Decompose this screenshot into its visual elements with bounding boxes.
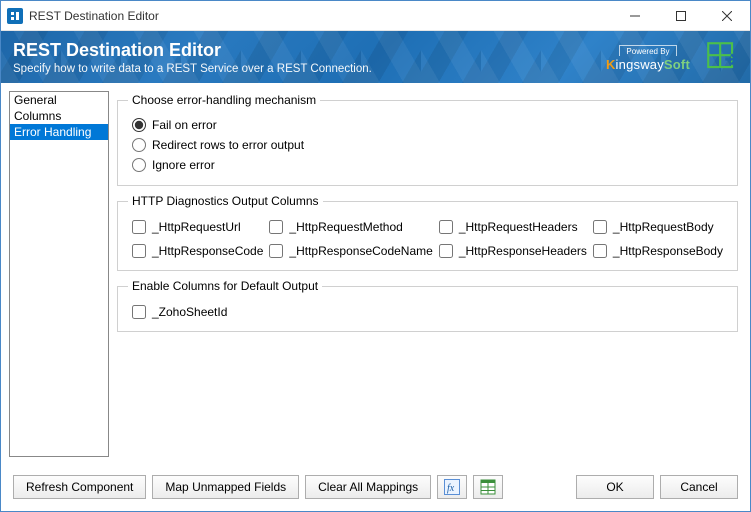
default-output-legend: Enable Columns for Default Output [128,279,322,293]
check-http-request-method[interactable]: _HttpRequestMethod [269,220,432,234]
banner: REST Destination Editor Specify how to w… [1,31,750,83]
error-handling-legend: Choose error-handling mechanism [128,93,320,107]
radio-redirect-rows-input[interactable] [132,138,146,152]
check-http-response-body[interactable]: _HttpResponseBody [593,244,723,258]
body: General Columns Error Handling Choose er… [1,83,750,465]
footer: Refresh Component Map Unmapped Fields Cl… [1,465,750,511]
banner-title: REST Destination Editor [13,40,372,61]
content: Choose error-handling mechanism Fail on … [115,91,742,457]
check-http-request-url[interactable]: _HttpRequestUrl [132,220,263,234]
default-output-group: Enable Columns for Default Output _ZohoS… [117,279,738,332]
check-http-response-code[interactable]: _HttpResponseCode [132,244,263,258]
check-http-response-headers[interactable]: _HttpResponseHeaders [439,244,587,258]
svg-text:fx: fx [447,483,455,494]
radio-fail-on-error[interactable]: Fail on error [128,115,727,135]
titlebar: REST Destination Editor [1,1,750,31]
check-http-response-code-name[interactable]: _HttpResponseCodeName [269,244,432,258]
fx-button[interactable]: fx [437,475,467,499]
window-title: REST Destination Editor [29,9,159,23]
radio-ignore-error-input[interactable] [132,158,146,172]
columns-button[interactable] [473,475,503,499]
clear-all-mappings-button[interactable]: Clear All Mappings [305,475,431,499]
kingswaysoft-logo: Powered By KingswaySoft [606,43,690,72]
radio-fail-on-error-input[interactable] [132,118,146,132]
cancel-button[interactable]: Cancel [660,475,738,499]
radio-ignore-error[interactable]: Ignore error [128,155,727,175]
close-button[interactable] [704,1,750,31]
banner-subtitle: Specify how to write data to a REST Serv… [13,63,372,75]
columns-icon [480,479,496,495]
sidebar[interactable]: General Columns Error Handling [9,91,109,457]
check-http-request-body[interactable]: _HttpRequestBody [593,220,723,234]
check-zoho-sheet-id[interactable]: _ZohoSheetId [132,305,723,319]
http-diagnostics-legend: HTTP Diagnostics Output Columns [128,194,323,208]
fx-icon: fx [444,479,460,495]
map-unmapped-fields-button[interactable]: Map Unmapped Fields [152,475,299,499]
app-icon [7,8,23,24]
maximize-button[interactable] [658,1,704,31]
sidebar-item-error-handling[interactable]: Error Handling [10,124,108,140]
check-http-request-headers[interactable]: _HttpRequestHeaders [439,220,587,234]
http-diagnostics-group: HTTP Diagnostics Output Columns _HttpReq… [117,194,738,271]
minimize-button[interactable] [612,1,658,31]
sidebar-item-columns[interactable]: Columns [10,108,108,124]
window: REST Destination Editor REST Destination… [0,0,751,512]
ok-button[interactable]: OK [576,475,654,499]
refresh-component-button[interactable]: Refresh Component [13,475,146,499]
component-icon [704,39,738,76]
sidebar-item-general[interactable]: General [10,92,108,108]
error-handling-group: Choose error-handling mechanism Fail on … [117,93,738,186]
radio-redirect-rows[interactable]: Redirect rows to error output [128,135,727,155]
